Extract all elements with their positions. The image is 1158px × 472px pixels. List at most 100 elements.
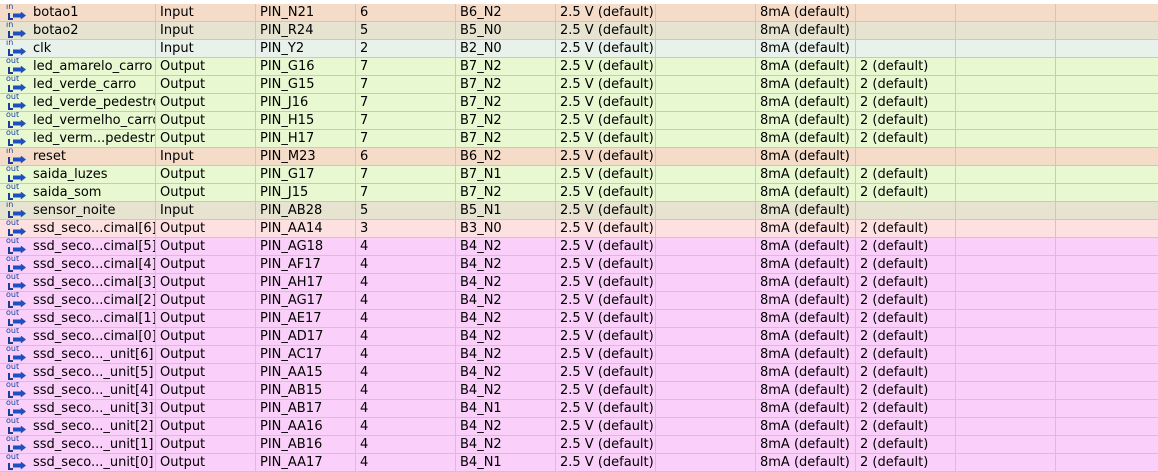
current-strength-cell[interactable]: 8mA (default) xyxy=(756,22,856,40)
slew-rate-cell[interactable]: 2 (default) xyxy=(856,112,956,130)
location-cell[interactable]: PIN_G16 xyxy=(256,58,356,76)
current-strength-cell[interactable]: 8mA (default) xyxy=(756,4,856,22)
node-name-cell[interactable]: out ssd_seco..._unit[6] xyxy=(0,346,156,364)
io-standard-cell[interactable]: 2.5 V (default) xyxy=(556,238,656,256)
node-name-cell[interactable]: out led_verde_pedestre xyxy=(0,94,156,112)
slew-rate-cell[interactable]: 2 (default) xyxy=(856,346,956,364)
reserved-cell[interactable] xyxy=(656,310,756,328)
location-cell[interactable]: PIN_AG17 xyxy=(256,292,356,310)
pin-row[interactable]: out ssd_seco...cimal[4] Output PIN_AF17 … xyxy=(0,256,1158,274)
node-name-cell[interactable]: out led_verm...pedestre xyxy=(0,130,156,148)
io-standard-cell[interactable]: 2.5 V (default) xyxy=(556,202,656,220)
location-cell[interactable]: PIN_AA14 xyxy=(256,220,356,238)
node-name-cell[interactable]: out ssd_seco...cimal[0] xyxy=(0,328,156,346)
current-strength-cell[interactable]: 8mA (default) xyxy=(756,94,856,112)
slew-rate-cell[interactable]: 2 (default) xyxy=(856,400,956,418)
location-cell[interactable]: PIN_AB16 xyxy=(256,436,356,454)
location-cell[interactable]: PIN_G17 xyxy=(256,166,356,184)
current-strength-cell[interactable]: 8mA (default) xyxy=(756,256,856,274)
current-strength-cell[interactable]: 8mA (default) xyxy=(756,40,856,58)
slew-rate-cell[interactable]: 2 (default) xyxy=(856,220,956,238)
slew-rate-cell[interactable]: 2 (default) xyxy=(856,58,956,76)
slew-rate-cell[interactable]: 2 (default) xyxy=(856,76,956,94)
current-strength-cell[interactable]: 8mA (default) xyxy=(756,76,856,94)
location-cell[interactable]: PIN_J15 xyxy=(256,184,356,202)
node-name-cell[interactable]: out led_verde_carro xyxy=(0,76,156,94)
pin-row[interactable]: in sensor_noite Input PIN_AB28 5 B5_N1 2… xyxy=(0,202,1158,220)
pin-row[interactable]: out led_verde_carro Output PIN_G15 7 B7_… xyxy=(0,76,1158,94)
pin-row[interactable]: out ssd_seco...cimal[6] Output PIN_AA14 … xyxy=(0,220,1158,238)
node-name-cell[interactable]: in botao2 xyxy=(0,22,156,40)
node-name-cell[interactable]: out ssd_seco...cimal[5] xyxy=(0,238,156,256)
io-standard-cell[interactable]: 2.5 V (default) xyxy=(556,382,656,400)
reserved-cell[interactable] xyxy=(656,148,756,166)
location-cell[interactable]: PIN_AA15 xyxy=(256,364,356,382)
node-name-cell[interactable]: out ssd_seco..._unit[4] xyxy=(0,382,156,400)
io-standard-cell[interactable]: 2.5 V (default) xyxy=(556,418,656,436)
io-standard-cell[interactable]: 2.5 V (default) xyxy=(556,112,656,130)
location-cell[interactable]: PIN_AB28 xyxy=(256,202,356,220)
current-strength-cell[interactable]: 8mA (default) xyxy=(756,202,856,220)
pin-row[interactable]: out ssd_seco...cimal[2] Output PIN_AG17 … xyxy=(0,292,1158,310)
pin-row[interactable]: out ssd_seco..._unit[3] Output PIN_AB17 … xyxy=(0,400,1158,418)
node-name-cell[interactable]: out ssd_seco...cimal[2] xyxy=(0,292,156,310)
io-standard-cell[interactable]: 2.5 V (default) xyxy=(556,436,656,454)
pin-row[interactable]: out ssd_seco..._unit[0] Output PIN_AA17 … xyxy=(0,454,1158,472)
io-standard-cell[interactable]: 2.5 V (default) xyxy=(556,292,656,310)
pin-row[interactable]: out ssd_seco...cimal[5] Output PIN_AG18 … xyxy=(0,238,1158,256)
location-cell[interactable]: PIN_H17 xyxy=(256,130,356,148)
slew-rate-cell[interactable] xyxy=(856,148,956,166)
current-strength-cell[interactable]: 8mA (default) xyxy=(756,418,856,436)
current-strength-cell[interactable]: 8mA (default) xyxy=(756,58,856,76)
location-cell[interactable]: PIN_AF17 xyxy=(256,256,356,274)
reserved-cell[interactable] xyxy=(656,76,756,94)
node-name-cell[interactable]: in sensor_noite xyxy=(0,202,156,220)
location-cell[interactable]: PIN_AD17 xyxy=(256,328,356,346)
current-strength-cell[interactable]: 8mA (default) xyxy=(756,184,856,202)
pin-row[interactable]: in botao2 Input PIN_R24 5 B5_N0 2.5 V (d… xyxy=(0,22,1158,40)
node-name-cell[interactable]: out ssd_seco..._unit[0] xyxy=(0,454,156,472)
io-standard-cell[interactable]: 2.5 V (default) xyxy=(556,40,656,58)
io-standard-cell[interactable]: 2.5 V (default) xyxy=(556,274,656,292)
pin-row[interactable]: out led_vermelho_carro Output PIN_H15 7 … xyxy=(0,112,1158,130)
current-strength-cell[interactable]: 8mA (default) xyxy=(756,436,856,454)
current-strength-cell[interactable]: 8mA (default) xyxy=(756,400,856,418)
pin-row[interactable]: in botao1 Input PIN_N21 6 B6_N2 2.5 V (d… xyxy=(0,4,1158,22)
io-standard-cell[interactable]: 2.5 V (default) xyxy=(556,148,656,166)
location-cell[interactable]: PIN_N21 xyxy=(256,4,356,22)
node-name-cell[interactable]: out led_amarelo_carro xyxy=(0,58,156,76)
pin-row[interactable]: out led_verde_pedestre Output PIN_J16 7 … xyxy=(0,94,1158,112)
node-name-cell[interactable]: in botao1 xyxy=(0,4,156,22)
pin-row[interactable]: out ssd_seco...cimal[1] Output PIN_AE17 … xyxy=(0,310,1158,328)
io-standard-cell[interactable]: 2.5 V (default) xyxy=(556,184,656,202)
current-strength-cell[interactable]: 8mA (default) xyxy=(756,310,856,328)
pin-row[interactable]: out ssd_seco..._unit[4] Output PIN_AB15 … xyxy=(0,382,1158,400)
slew-rate-cell[interactable]: 2 (default) xyxy=(856,184,956,202)
io-standard-cell[interactable]: 2.5 V (default) xyxy=(556,130,656,148)
node-name-cell[interactable]: out saida_luzes xyxy=(0,166,156,184)
slew-rate-cell[interactable]: 2 (default) xyxy=(856,382,956,400)
pin-row[interactable]: out led_verm...pedestre Output PIN_H17 7… xyxy=(0,130,1158,148)
pin-row[interactable]: out ssd_seco..._unit[6] Output PIN_AC17 … xyxy=(0,346,1158,364)
reserved-cell[interactable] xyxy=(656,292,756,310)
reserved-cell[interactable] xyxy=(656,418,756,436)
current-strength-cell[interactable]: 8mA (default) xyxy=(756,220,856,238)
node-name-cell[interactable]: out led_vermelho_carro xyxy=(0,112,156,130)
reserved-cell[interactable] xyxy=(656,238,756,256)
reserved-cell[interactable] xyxy=(656,22,756,40)
reserved-cell[interactable] xyxy=(656,40,756,58)
node-name-cell[interactable]: out ssd_seco..._unit[3] xyxy=(0,400,156,418)
reserved-cell[interactable] xyxy=(656,184,756,202)
node-name-cell[interactable]: out ssd_seco..._unit[2] xyxy=(0,418,156,436)
io-standard-cell[interactable]: 2.5 V (default) xyxy=(556,454,656,472)
current-strength-cell[interactable]: 8mA (default) xyxy=(756,238,856,256)
pin-row[interactable]: out ssd_seco..._unit[2] Output PIN_AA16 … xyxy=(0,418,1158,436)
slew-rate-cell[interactable] xyxy=(856,22,956,40)
io-standard-cell[interactable]: 2.5 V (default) xyxy=(556,400,656,418)
location-cell[interactable]: PIN_AG18 xyxy=(256,238,356,256)
location-cell[interactable]: PIN_Y2 xyxy=(256,40,356,58)
node-name-cell[interactable]: out saida_som xyxy=(0,184,156,202)
reserved-cell[interactable] xyxy=(656,112,756,130)
current-strength-cell[interactable]: 8mA (default) xyxy=(756,112,856,130)
location-cell[interactable]: PIN_AA17 xyxy=(256,454,356,472)
